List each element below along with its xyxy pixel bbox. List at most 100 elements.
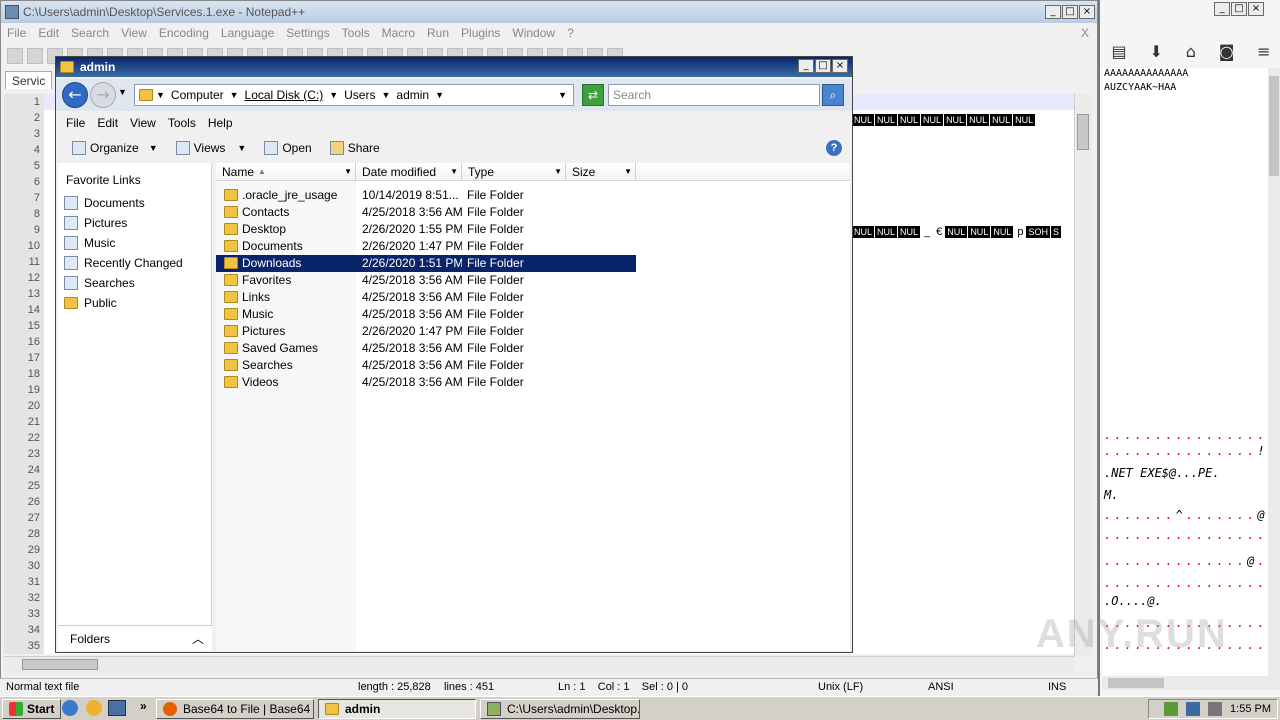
column-filter-icon[interactable]: ▼ <box>344 163 352 181</box>
hscroll-thumb[interactable] <box>22 659 98 670</box>
file-row[interactable]: Music 4/25/2018 3:56 AM File Folder <box>216 306 636 323</box>
ie-icon[interactable] <box>62 700 78 716</box>
browser-minimize-button[interactable]: _ <box>1214 2 1230 16</box>
nav-item-music[interactable]: Music <box>58 233 211 253</box>
close-doc-x[interactable]: X <box>1075 26 1097 40</box>
nav-item-documents[interactable]: Documents <box>58 193 211 213</box>
help-icon[interactable]: ? <box>826 140 842 156</box>
security-icon[interactable] <box>1164 702 1179 716</box>
file-row[interactable]: Searches 4/25/2018 3:56 AM File Folder <box>216 357 636 374</box>
column-date[interactable]: Date modified ▼ <box>356 163 462 181</box>
clipboard-icon[interactable]: ▤ <box>1111 42 1126 61</box>
breadcrumb-computer[interactable]: Computer <box>168 88 227 102</box>
menu-window[interactable]: Window <box>506 26 561 40</box>
explorer-maximize-button[interactable]: □ <box>815 59 831 73</box>
column-filter-icon[interactable]: ▼ <box>624 163 632 181</box>
menu-settings[interactable]: Settings <box>280 26 335 40</box>
clock[interactable]: 1:55 PM <box>1230 703 1271 715</box>
breadcrumb-sep-icon[interactable]: ▼ <box>326 90 341 100</box>
scroll-thumb[interactable] <box>1077 114 1089 150</box>
home-icon[interactable]: ⌂ <box>1186 42 1196 61</box>
browser-hscroll-thumb[interactable] <box>1108 678 1164 688</box>
column-size[interactable]: Size ▼ <box>566 163 636 181</box>
open-file-icon[interactable] <box>27 48 43 64</box>
folders-toggle[interactable]: Folders ︿ <box>58 625 212 651</box>
firefox-quicklaunch-icon[interactable] <box>86 700 102 716</box>
menu-macro[interactable]: Macro <box>376 26 421 40</box>
file-row[interactable]: Saved Games 4/25/2018 3:56 AM File Folder <box>216 340 636 357</box>
file-row[interactable]: Desktop 2/26/2020 1:55 PM File Folder <box>216 221 636 238</box>
file-row[interactable]: Downloads 2/26/2020 1:51 PM File Folder <box>216 255 636 272</box>
file-row[interactable]: Favorites 4/25/2018 3:56 AM File Folder <box>216 272 636 289</box>
column-filter-icon[interactable]: ▼ <box>450 163 458 181</box>
download-icon[interactable]: ⬇ <box>1149 42 1162 61</box>
menu-icon[interactable]: ≡ <box>1257 42 1270 61</box>
file-row[interactable]: Links 4/25/2018 3:56 AM File Folder <box>216 289 636 306</box>
open-button[interactable]: Open <box>258 141 317 155</box>
task-explorer[interactable]: admin <box>318 699 476 719</box>
exp-menu-help[interactable]: Help <box>202 116 239 130</box>
exp-menu-view[interactable]: View <box>124 116 162 130</box>
pocket-icon[interactable]: ◙ <box>1219 42 1235 61</box>
show-desktop-icon[interactable] <box>108 700 126 716</box>
breadcrumb-sep-icon[interactable]: ▼ <box>378 90 393 100</box>
breadcrumb-users[interactable]: Users <box>341 88 378 102</box>
menu-encoding[interactable]: Encoding <box>153 26 215 40</box>
nav-item-searches[interactable]: Searches <box>58 273 211 293</box>
menu-edit[interactable]: Edit <box>32 26 65 40</box>
quicklaunch-overflow[interactable]: » <box>140 699 147 713</box>
file-row[interactable]: Contacts 4/25/2018 3:56 AM File Folder <box>216 204 636 221</box>
forward-arrow-icon[interactable]: → <box>90 82 116 108</box>
explorer-minimize-button[interactable]: _ <box>798 59 814 73</box>
explorer-close-button[interactable]: × <box>832 59 848 73</box>
exp-menu-tools[interactable]: Tools <box>162 116 202 130</box>
network-icon[interactable] <box>1186 702 1201 716</box>
browser-hscrollbar[interactable] <box>1102 676 1280 690</box>
nav-item-pictures[interactable]: Pictures <box>58 213 211 233</box>
document-tab[interactable]: Servic <box>5 71 53 89</box>
file-row[interactable]: Videos 4/25/2018 3:56 AM File Folder <box>216 374 636 391</box>
maximize-button[interactable]: □ <box>1062 5 1078 19</box>
search-input[interactable]: Search <box>608 84 820 106</box>
recent-pages-chevron-icon[interactable]: ▼ <box>118 87 127 97</box>
breadcrumb-admin[interactable]: admin <box>393 88 432 102</box>
file-row[interactable]: Documents 2/26/2020 1:47 PM File Folder <box>216 238 636 255</box>
exp-menu-edit[interactable]: Edit <box>91 116 124 130</box>
editor-horizontal-scrollbar[interactable] <box>4 656 1074 672</box>
address-bar[interactable]: ▼ Computer ▼ Local Disk (C:) ▼ Users ▼ a… <box>134 84 574 106</box>
file-row[interactable]: Pictures 2/26/2020 1:47 PM File Folder <box>216 323 636 340</box>
menu-help[interactable]: ? <box>561 26 580 40</box>
browser-scroll-thumb[interactable] <box>1269 76 1279 176</box>
exp-menu-file[interactable]: File <box>60 116 91 130</box>
browser-restore-button[interactable]: □ <box>1231 2 1247 16</box>
nav-item-public[interactable]: Public <box>58 293 211 313</box>
share-button[interactable]: Share <box>324 141 386 155</box>
menu-search[interactable]: Search <box>65 26 115 40</box>
task-firefox[interactable]: Base64 to File | Base64 ... <box>156 699 314 719</box>
refresh-icon[interactable]: ⇄ <box>582 84 604 106</box>
menu-plugins[interactable]: Plugins <box>455 26 506 40</box>
views-button[interactable]: Views ▼ <box>170 141 253 155</box>
address-dropdown-icon[interactable]: ▼ <box>555 90 573 100</box>
menu-view[interactable]: View <box>115 26 153 40</box>
organize-button[interactable]: Organize ▼ <box>66 141 164 155</box>
column-name[interactable]: Name ▲ ▼ <box>216 163 356 181</box>
notepad-titlebar[interactable]: C:\Users\admin\Desktop\Services.1.exe - … <box>1 1 1097 23</box>
volume-icon[interactable] <box>1208 702 1223 716</box>
column-type[interactable]: Type ▼ <box>462 163 566 181</box>
editor-vertical-scrollbar[interactable] <box>1074 94 1092 656</box>
nav-item-recently-changed[interactable]: Recently Changed <box>58 253 211 273</box>
column-filter-icon[interactable]: ▼ <box>554 163 562 181</box>
file-row[interactable]: .oracle_jre_usage 10/14/2019 8:51... File … <box>216 187 636 204</box>
browser-scrollbar[interactable] <box>1268 68 1280 676</box>
menu-run[interactable]: Run <box>421 26 455 40</box>
breadcrumb-sep-icon[interactable]: ▼ <box>432 90 447 100</box>
new-file-icon[interactable] <box>7 48 23 64</box>
minimize-button[interactable]: _ <box>1045 5 1061 19</box>
start-button[interactable]: Start <box>2 698 62 719</box>
menu-language[interactable]: Language <box>215 26 280 40</box>
breadcrumb-sep-icon[interactable]: ▼ <box>227 90 242 100</box>
close-button[interactable]: × <box>1079 5 1095 19</box>
explorer-titlebar[interactable]: admin <box>56 57 852 77</box>
browser-close-button[interactable]: × <box>1248 2 1264 16</box>
